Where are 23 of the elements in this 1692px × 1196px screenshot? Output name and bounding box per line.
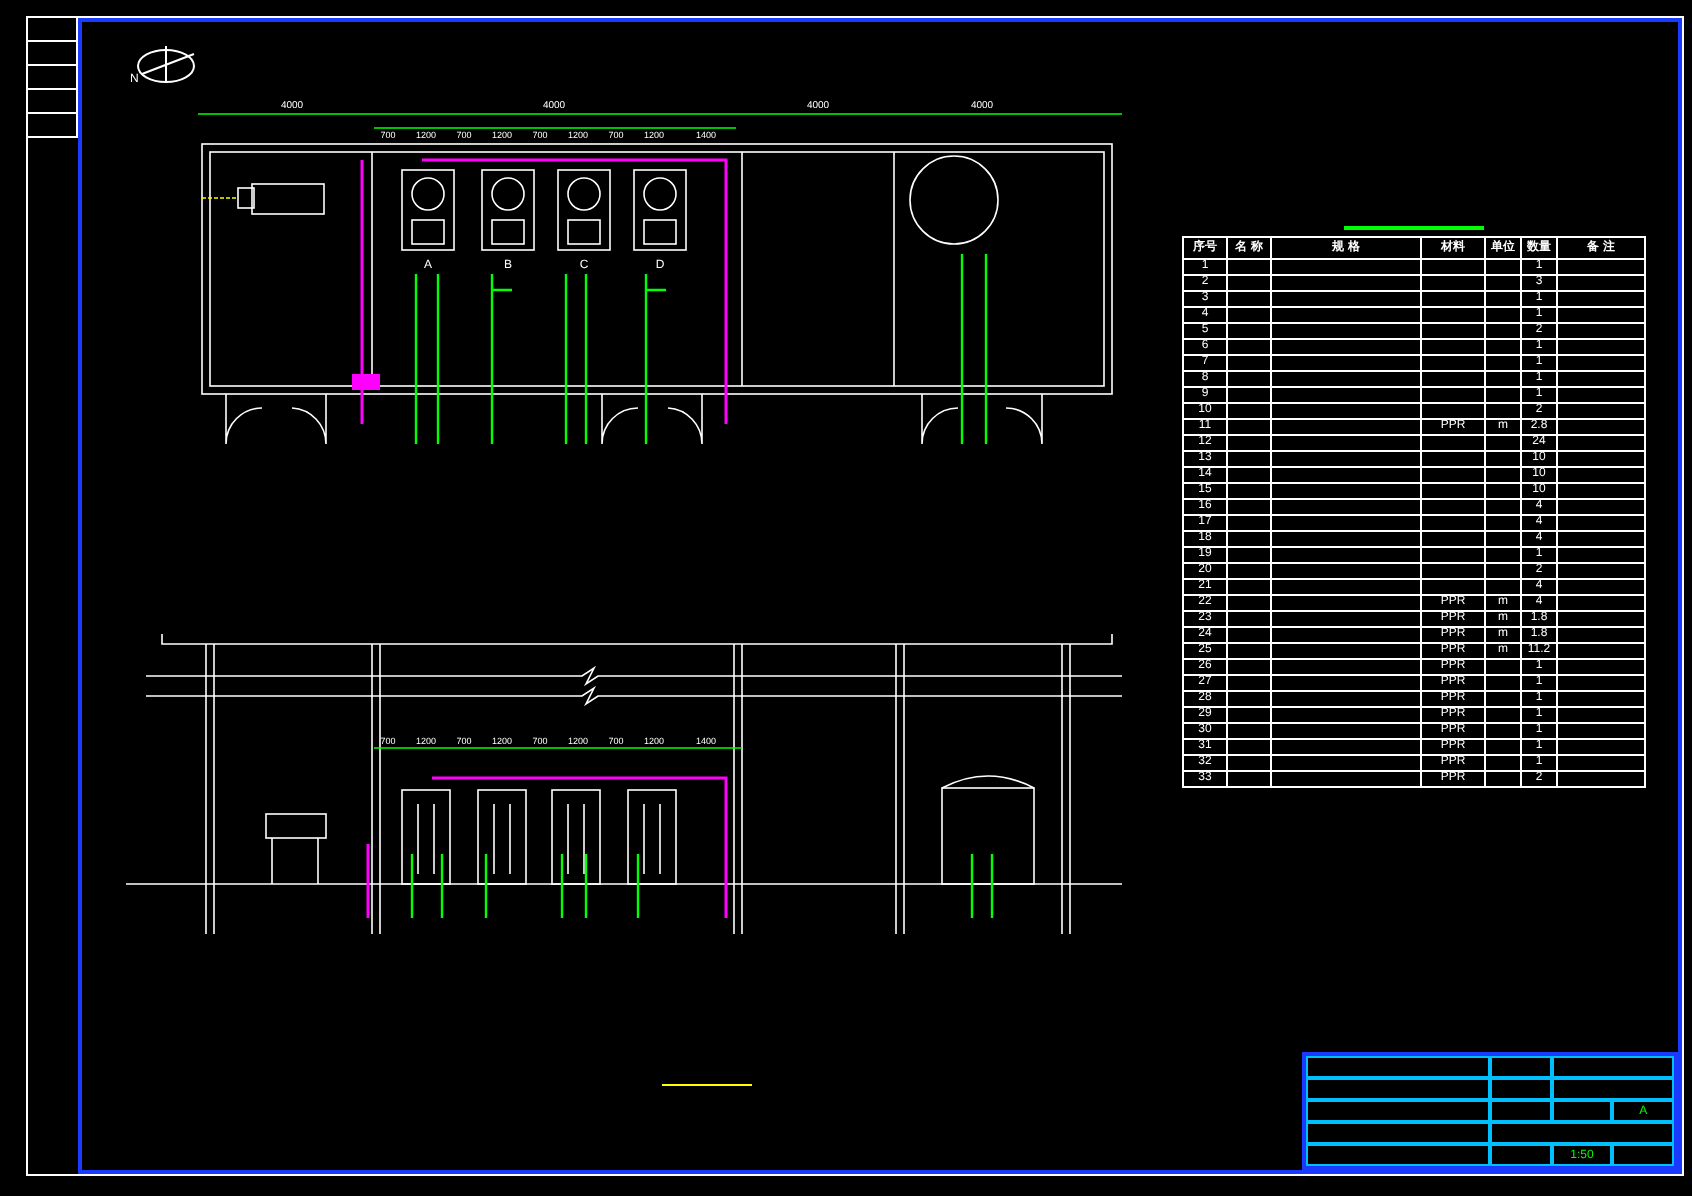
valve-icon [352,374,380,390]
pump-unit-drawing [633,169,687,251]
title-block-cell [1551,1056,1674,1078]
title-block-cell [1490,1056,1552,1078]
pump-unit-drawing [477,789,527,885]
pump-unit-drawing [551,789,601,885]
title-block-cell [1490,1100,1552,1122]
drawing-title-underline [662,1084,752,1086]
pump-unit-drawing [627,789,677,885]
softener-unit-drawing [201,183,325,215]
table-title-underline [1344,226,1484,230]
title-block-cell [1551,1078,1674,1100]
title-block-cell [1551,1100,1613,1122]
title-block-cell [1490,1078,1552,1100]
water-tank-drawing [909,155,999,245]
softener-unit-drawing [265,813,327,885]
title-block-cell [1612,1144,1674,1166]
pump-unit-drawing [401,789,451,885]
pump-unit-drawing [481,169,535,251]
pump-unit-drawing [557,169,611,251]
north-arrow-icon [137,45,195,83]
pump-unit-drawing [401,169,455,251]
title-block-cell [1490,1144,1552,1166]
